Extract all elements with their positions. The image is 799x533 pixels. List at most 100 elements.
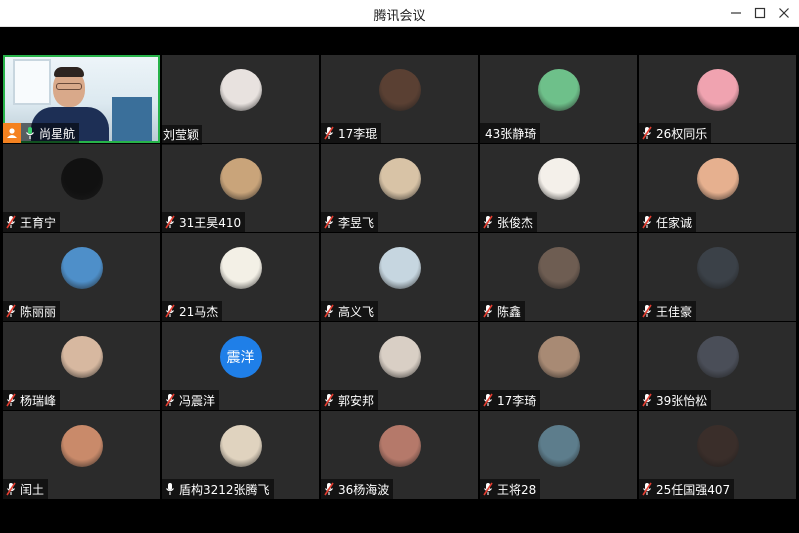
participant-grid: 尚星航 17李琨 43张静琦 26权同乐王育宁 31王昊410 李昱飞 张俊杰 任家诚陈丽丽… [3,55,796,499]
close-icon [779,8,789,18]
participant-tile[interactable]: 高义飞 [321,233,478,321]
mic-muted-icon [321,123,337,143]
participant-name: 21马杰 [179,304,219,319]
avatar-hoodie [219,425,262,467]
participant-name: 36杨海波 [338,482,390,497]
participant-tile[interactable]: 17李琨 [321,55,478,143]
participant-tile[interactable]: 闰土 [3,411,160,499]
close-button[interactable] [773,3,795,23]
participant-tile[interactable]: 李昱飞 [321,144,478,232]
participant-name: 王佳豪 [656,304,693,319]
participant-nameplate: 李昱飞 [321,212,379,232]
participant-tile[interactable]: 震洋 冯震洋 [162,322,319,410]
participant-tile[interactable]: 17李琦 [480,322,637,410]
participant-tile[interactable]: 王育宁 [3,144,160,232]
avatar-sketch [378,247,421,289]
participant-tile[interactable]: 陈丽丽 [3,233,160,321]
participant-nameplate: 21马杰 [162,301,223,321]
avatar-character [378,158,421,200]
participant-name: 李昱飞 [338,215,375,230]
participant-tile[interactable]: 盾构3212张腾飞 [162,411,319,499]
participant-nameplate: 杨瑞峰 [3,390,61,410]
participant-tile[interactable]: 王佳豪 [639,233,796,321]
mic-muted-icon [162,390,178,410]
participant-name: 任家诚 [656,215,693,230]
participant-tile[interactable]: 26权同乐 [639,55,796,143]
participant-tile[interactable]: 任家诚 [639,144,796,232]
mic-muted-icon [162,212,178,232]
mic-muted-icon [321,390,337,410]
avatar-text: 震洋 [219,336,262,378]
avatar-portrait [378,69,421,111]
participant-nameplate: 39张怡松 [639,390,712,410]
participant-nameplate: 高义飞 [321,301,379,321]
self-nameplate: 尚星航 [21,123,80,143]
participant-nameplate: 31王昊410 [162,212,246,232]
overflow-name-label: 刘莹颖 [160,125,203,145]
mic-muted-icon [639,479,655,499]
mic-muted-icon [480,479,496,499]
avatar-cartoon-girl [537,69,580,111]
avatar-man-dark [696,425,739,467]
participant-tile[interactable]: 25任国强407 [639,411,796,499]
participant-nameplate: 任家诚 [639,212,697,232]
mic-muted-icon [639,123,655,143]
participant-tile[interactable]: 王将28 [480,411,637,499]
participant-name: 31王昊410 [179,215,242,230]
participant-name: 盾构3212张腾飞 [179,482,270,497]
avatar-animal [537,247,580,289]
window-title: 腾讯会议 [373,9,426,24]
participant-tile[interactable]: 陈鑫 [480,233,637,321]
avatar-portrait-light [378,336,421,378]
mic-muted-icon [639,390,655,410]
mic-muted-icon [3,301,19,321]
mic-muted-icon [639,212,655,232]
participant-nameplate: 王育宁 [3,212,61,232]
mic-muted-icon [3,479,19,499]
minimize-button[interactable] [725,3,747,23]
participant-tile[interactable]: 36杨海波 [321,411,478,499]
participant-name: 闰土 [20,482,45,497]
participant-name: 43张静琦 [485,126,537,141]
participant-nameplate: 郭安邦 [321,390,379,410]
avatar-cartoon-man [537,158,580,200]
mic-muted-icon [162,301,178,321]
participant-name: 25任国强407 [656,482,731,497]
host-badge [3,123,21,143]
avatar-figure [696,247,739,289]
participant-nameplate: 冯震洋 [162,390,220,410]
avatar-dog [219,158,262,200]
participant-name: 王将28 [497,482,537,497]
participant-tile[interactable]: 郭安邦 [321,322,478,410]
title-bar: 腾讯会议 [0,0,799,27]
maximize-icon [754,7,766,19]
maximize-button[interactable] [749,3,771,23]
avatar-anime [696,69,739,111]
avatar-pikachu [219,247,262,289]
self-video-tile[interactable]: 尚星航 [3,55,160,143]
participant-name: 高义飞 [338,304,375,319]
participant-nameplate: 王将28 [480,479,541,499]
mic-muted-icon [321,479,337,499]
avatar-portrait-dark [696,336,739,378]
participant-nameplate: 25任国强407 [639,479,735,499]
avatar-face [60,336,103,378]
participant-name: 26权同乐 [656,126,708,141]
participant-tile[interactable]: 31王昊410 [162,144,319,232]
mic-muted-icon [480,301,496,321]
mic-muted-icon [321,212,337,232]
person-icon [7,128,17,138]
participant-tile[interactable]: 39张怡松 [639,322,796,410]
participant-nameplate: 王佳豪 [639,301,697,321]
mic-muted-icon [3,390,19,410]
participant-tile[interactable]: 21马杰 [162,233,319,321]
avatar-kid [696,158,739,200]
participant-name: 冯震洋 [179,393,216,408]
participant-tile[interactable]: 43张静琦 [480,55,637,143]
participant-name: 17李琨 [338,126,378,141]
participant-tile[interactable]: 张俊杰 [480,144,637,232]
participant-name: 17李琦 [497,393,537,408]
participant-tile[interactable]: 杨瑞峰 [3,322,160,410]
mic-muted-icon [480,390,496,410]
mic-muted-icon [3,212,19,232]
